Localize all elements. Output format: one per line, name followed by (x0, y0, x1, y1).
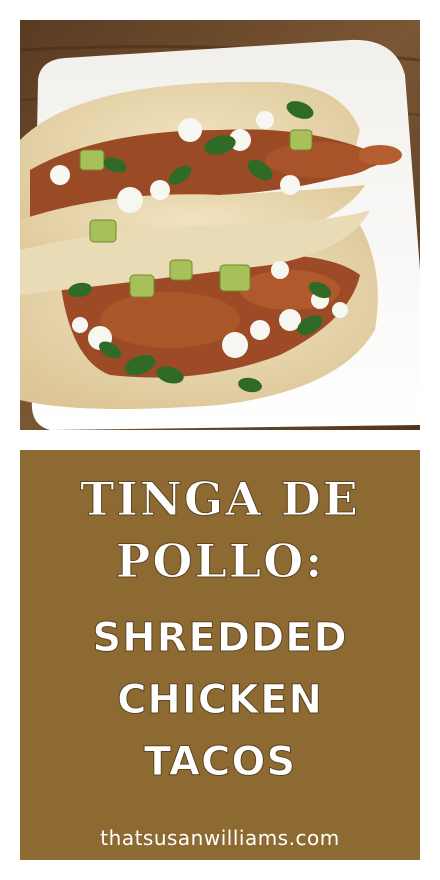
tacos-photo (20, 20, 420, 430)
title-line-2: POLLO: (115, 534, 325, 589)
title-line-3: SHREDDED (92, 615, 348, 662)
pin-image: TINGA DE POLLO: SHREDDED CHICKEN TACOS t… (0, 0, 440, 880)
title-line-4: CHICKEN (117, 677, 323, 724)
title-line-1: TINGA DE (80, 472, 360, 527)
title-line-5: TACOS (143, 739, 297, 786)
title-banner: TINGA DE POLLO: SHREDDED CHICKEN TACOS t… (20, 450, 420, 860)
website-credit: thatsusanwilliams.com (100, 826, 340, 850)
tacos-illustration (20, 20, 420, 430)
